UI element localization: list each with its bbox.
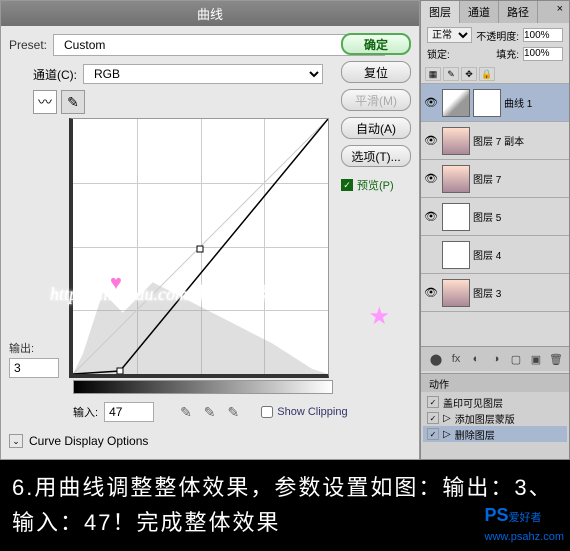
eyedropper-white-icon[interactable]: ✎ (228, 404, 240, 421)
folder-icon[interactable]: ▢ (507, 351, 525, 367)
layer-name: 图层 7 副本 (473, 133, 567, 148)
reset-button[interactable]: 复位 (341, 61, 411, 83)
curve-path (73, 119, 328, 374)
smooth-button: 平滑(M) (341, 89, 411, 111)
tab-channels[interactable]: 通道 (460, 1, 499, 23)
lock-transparency-icon[interactable]: ▦ (425, 67, 441, 81)
visibility-icon[interactable]: 👁 (423, 133, 439, 149)
eyedropper-gray-icon[interactable]: ✎ (204, 404, 216, 421)
action-item[interactable]: ✓▷添加图层蒙版 (423, 410, 567, 426)
layer-row[interactable]: 👁 图层 3 (421, 274, 569, 312)
layer-thumb[interactable] (442, 89, 470, 117)
layers-panel: 图层 通道 路径 × 正常 不透明度: 锁定: 填充: ▦ ✎ ✥ 🔒 👁 曲线… (420, 0, 570, 460)
tab-paths[interactable]: 路径 (499, 1, 538, 23)
layer-name: 图层 7 (473, 171, 567, 186)
trash-icon[interactable]: 🗑 (547, 351, 565, 367)
layer-row[interactable]: 👁 图层 7 副本 (421, 122, 569, 160)
dialog-title: 曲线 (1, 1, 419, 26)
logo: PS爱好者 www.psahz.com (485, 501, 564, 547)
output-label: 输出: (9, 340, 69, 356)
preset-label: Preset: (9, 38, 47, 52)
options-button[interactable]: 选项(T)... (341, 145, 411, 167)
show-clipping-checkbox[interactable]: Show Clipping (261, 406, 347, 418)
fill-input[interactable] (523, 47, 563, 61)
lock-move-icon[interactable]: ✥ (461, 67, 477, 81)
fill-label: 填充: (496, 46, 519, 61)
lock-all-icon[interactable]: 🔒 (479, 67, 495, 81)
mask-thumb[interactable] (473, 89, 501, 117)
layer-thumb[interactable] (442, 279, 470, 307)
layer-name: 图层 4 (473, 247, 567, 262)
layer-thumb[interactable] (442, 203, 470, 231)
layer-thumb[interactable] (442, 127, 470, 155)
expand-icon[interactable]: ⌄ (9, 434, 23, 448)
layer-row[interactable]: 👁 图层 5 (421, 198, 569, 236)
action-item[interactable]: ✓盖印可见图层 (423, 394, 567, 410)
panel-close-icon[interactable]: × (551, 1, 569, 23)
layer-thumb[interactable] (442, 241, 470, 269)
expand-label: Curve Display Options (29, 434, 148, 448)
action-item[interactable]: ✓▷删除图层 (423, 426, 567, 442)
new-layer-icon[interactable]: ▣ (527, 351, 545, 367)
layer-name: 图层 5 (473, 209, 567, 224)
curve-tool-icon[interactable]: 〰 (33, 90, 57, 114)
opacity-label: 不透明度: (476, 28, 519, 43)
layers-list: 👁 曲线 1 👁 图层 7 副本 👁 图层 7 👁 图层 5 图层 4 👁 (421, 84, 569, 344)
layer-name: 曲线 1 (504, 95, 567, 110)
opacity-input[interactable] (523, 28, 563, 42)
tab-actions[interactable]: 动作 (421, 374, 457, 392)
visibility-icon[interactable] (423, 247, 439, 263)
input-input[interactable] (104, 402, 154, 422)
mask-icon[interactable]: ◐ (467, 351, 485, 367)
lock-paint-icon[interactable]: ✎ (443, 67, 459, 81)
visibility-icon[interactable]: 👁 (423, 209, 439, 225)
visibility-icon[interactable]: 👁 (423, 171, 439, 187)
tab-layers[interactable]: 图层 (421, 1, 460, 23)
auto-button[interactable]: 自动(A) (341, 117, 411, 139)
pencil-tool-icon[interactable]: ✎ (61, 90, 85, 114)
link-icon[interactable]: ⬤ (427, 351, 445, 367)
blend-mode-select[interactable]: 正常 (427, 27, 472, 43)
curves-dialog: 曲线 Preset: Custom ≡ 通道(C): RGB 〰 ✎ 输出: (0, 0, 420, 460)
layer-row[interactable]: 👁 曲线 1 (421, 84, 569, 122)
visibility-icon[interactable]: 👁 (423, 285, 439, 301)
gradient-bar (73, 380, 333, 394)
layer-row[interactable]: 👁 图层 7 (421, 160, 569, 198)
curve-graph[interactable] (69, 118, 329, 378)
layer-thumb[interactable] (442, 165, 470, 193)
channel-select[interactable]: RGB (83, 64, 323, 84)
layer-row[interactable]: 图层 4 (421, 236, 569, 274)
ok-button[interactable]: 确定 (341, 33, 411, 55)
preset-select[interactable]: Custom (53, 34, 385, 56)
layer-name: 图层 3 (473, 285, 567, 300)
channel-label: 通道(C): (33, 66, 77, 83)
input-label: 输入: (73, 404, 98, 420)
preview-checkbox[interactable]: ✓ 预览(P) (341, 177, 411, 193)
eyedropper-black-icon[interactable]: ✎ (180, 404, 192, 421)
fx-icon[interactable]: fx (447, 351, 465, 367)
adjustment-icon[interactable]: ◑ (487, 351, 505, 367)
visibility-icon[interactable]: 👁 (423, 95, 439, 111)
lock-label: 锁定: (427, 46, 450, 61)
output-input[interactable] (9, 358, 59, 378)
caption: 6.用曲线调整整体效果，参数设置如图：输出：3、输入：47！完成整体效果 PS爱… (0, 460, 570, 551)
